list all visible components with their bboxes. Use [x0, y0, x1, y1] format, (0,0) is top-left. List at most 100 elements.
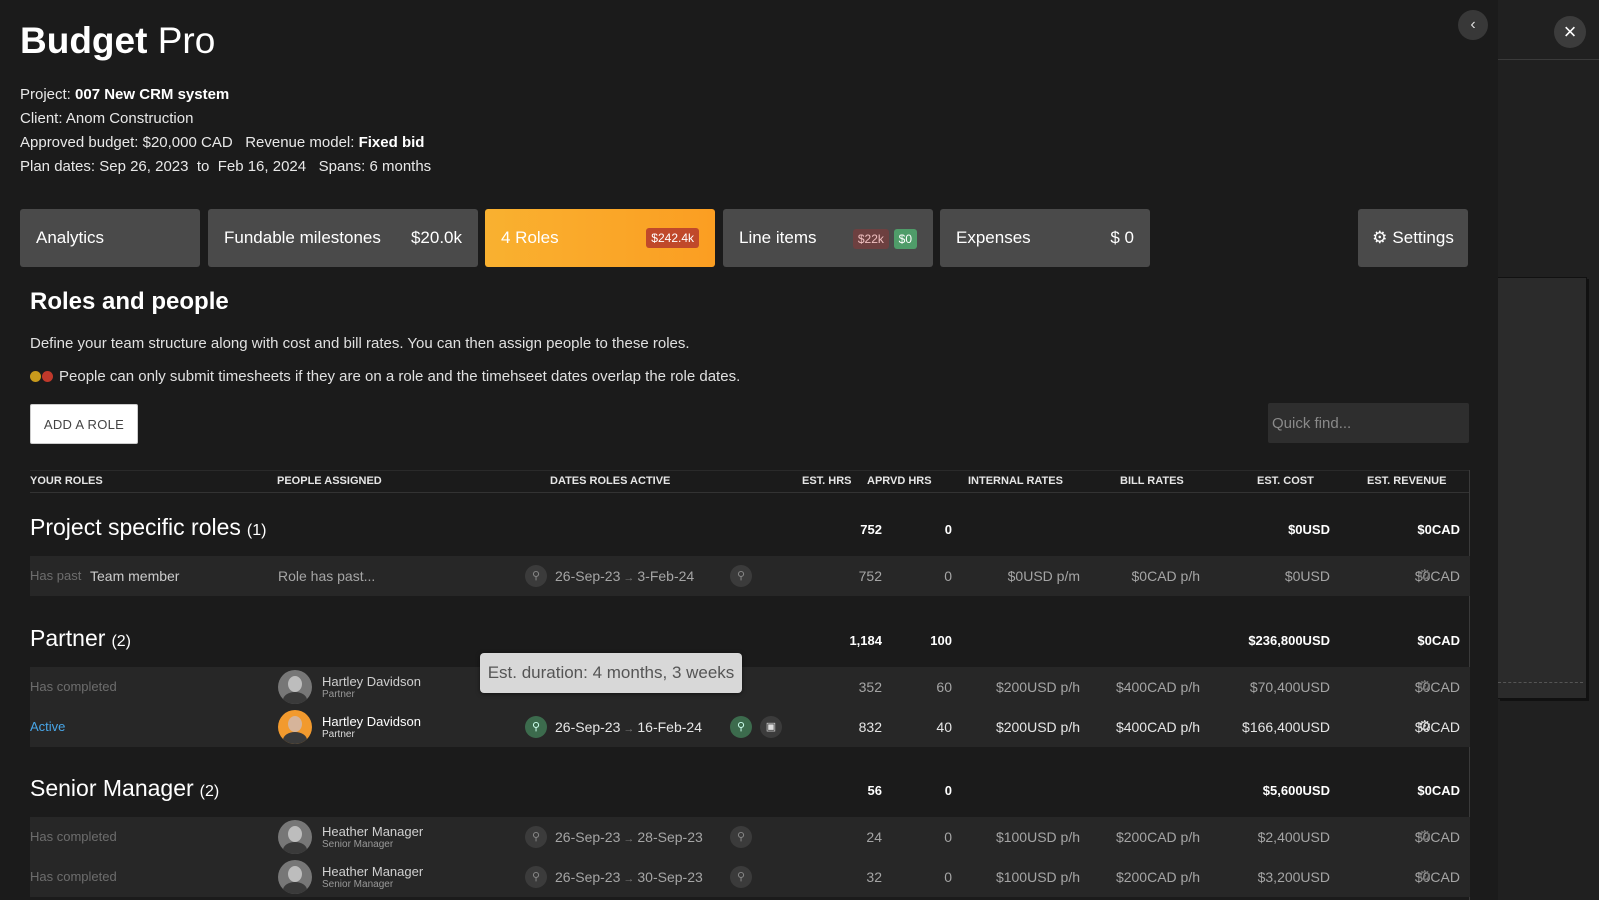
group-est-revenue: $0CAD: [1417, 783, 1460, 798]
row-est-revenue: $0CAD: [1414, 679, 1460, 695]
table-row[interactable]: Active Hartley Davidson Partner ⚲ 26-Sep-…: [30, 707, 1470, 747]
header-internal-rates: INTERNAL RATES: [968, 475, 1063, 487]
row-internal-rate: $100USD p/h: [995, 829, 1080, 845]
tab-label: Analytics: [36, 228, 105, 247]
person[interactable]: Heather Manager Senior Manager: [278, 860, 423, 894]
avatar: [278, 860, 312, 894]
plan-to: to: [196, 158, 210, 175]
app-title: Budget Pro: [20, 20, 215, 62]
person[interactable]: Hartley Davidson Partner: [278, 670, 421, 704]
row-est-revenue: $0CAD: [1414, 568, 1460, 584]
person-name: Hartley Davidson: [322, 673, 421, 689]
pin-icon[interactable]: ⚲: [525, 565, 547, 587]
pin-icon[interactable]: ⚲: [525, 866, 547, 888]
group-title: Project specific roles (1): [30, 514, 266, 541]
add-role-button[interactable]: ADD A ROLE: [30, 404, 138, 444]
group-name: Senior Manager: [30, 775, 194, 801]
row-internal-rate: $100USD p/h: [995, 869, 1080, 885]
pin-icon[interactable]: ⚲: [730, 826, 752, 848]
gear-icon[interactable]: ⚙: [1418, 817, 1431, 857]
quick-find-input[interactable]: [1268, 403, 1469, 443]
row-status: Has completed: [30, 679, 117, 694]
project-label: Project:: [20, 86, 71, 103]
row-est-cost: $166,400USD: [1242, 719, 1330, 735]
person-name: Heather Manager: [322, 823, 424, 839]
group-count: (1): [246, 522, 267, 539]
row-est-hrs: 752: [858, 568, 882, 584]
divider: [1498, 682, 1583, 683]
tab-fundable-milestones[interactable]: Fundable milestones $20.0k: [208, 209, 478, 267]
roles-table: YOUR ROLES PEOPLE ASSIGNED DATES ROLES A…: [30, 470, 1470, 900]
client-label: Client:: [20, 110, 63, 127]
pin-icon[interactable]: ⚲: [730, 565, 752, 587]
pin-icon[interactable]: ⚲: [730, 716, 752, 738]
header-est-hrs: EST. HRS: [802, 475, 852, 487]
header-dates: DATES ROLES ACTIVE: [550, 475, 671, 487]
tab-expenses[interactable]: Expenses $ 0: [940, 209, 1150, 267]
gear-icon[interactable]: ⚙: [1418, 707, 1431, 747]
arrow-icon: →: [623, 572, 635, 584]
avatar: [278, 710, 312, 744]
divider: [1498, 59, 1599, 60]
group-est-revenue: $0CAD: [1417, 633, 1460, 648]
tab-value-badge: $0: [893, 229, 917, 249]
gear-icon[interactable]: ⚙: [1418, 857, 1431, 897]
group-count: (2): [199, 783, 220, 800]
person-name: Hartley Davidson: [322, 713, 421, 729]
role-group: Project specific roles (1) 752 0 $0USD $0…: [30, 504, 1470, 554]
calendar-icon[interactable]: ▣: [760, 716, 782, 738]
group-est-hrs: 752: [860, 522, 882, 537]
table-row[interactable]: Has completed Heather Manager Senior Mana…: [30, 857, 1470, 897]
row-status: Has completed: [30, 829, 117, 844]
row-end-date: 16-Feb-24: [637, 719, 702, 735]
header-people: PEOPLE ASSIGNED: [277, 475, 382, 487]
person-role: Partner: [322, 688, 355, 700]
row-end-date: 30-Sep-23: [637, 869, 703, 885]
row-est-hrs: 352: [858, 679, 882, 695]
plan-label: Plan dates:: [20, 158, 96, 175]
row-internal-rate: $200USD p/h: [995, 679, 1080, 695]
pin-icon[interactable]: ⚲: [525, 826, 547, 848]
group-name: Partner: [30, 625, 106, 651]
person[interactable]: Heather Manager Senior Manager: [278, 820, 423, 854]
tab-label: Fundable milestones: [224, 228, 381, 247]
row-est-cost: $0USD: [1284, 568, 1330, 584]
emoji-icon: [30, 371, 41, 382]
tab-line-items[interactable]: Line items $22k $0: [723, 209, 933, 267]
group-aprvd-hrs: 0: [944, 783, 952, 798]
tab-label: Line items: [739, 228, 817, 247]
arrow-icon: →: [623, 833, 635, 845]
person-role: Partner: [322, 728, 355, 740]
arrow-icon: →: [623, 873, 635, 885]
row-end-date: 3-Feb-24: [637, 568, 695, 584]
tab-roles[interactable]: 4 Roles $242.4k: [485, 209, 715, 267]
section-title: Roles and people: [30, 288, 229, 315]
tab-value-badge: $242.4k: [646, 228, 699, 248]
group-name: Project specific roles: [30, 514, 241, 540]
table-row[interactable]: Has completed Hartley Davidson Partner 35…: [30, 667, 1470, 707]
pin-icon[interactable]: ⚲: [525, 716, 547, 738]
budget-label: Approved budget:: [20, 134, 139, 151]
back-icon[interactable]: ‹: [1458, 10, 1488, 40]
divider: [30, 470, 1470, 471]
person[interactable]: Hartley Davidson Partner: [278, 710, 421, 744]
project-name: 007 New CRM system: [75, 86, 230, 103]
row-status[interactable]: Active: [30, 707, 65, 747]
gear-icon[interactable]: ⚙: [1418, 667, 1431, 707]
header-aprvd-hrs: APRVD HRS: [867, 475, 932, 487]
budget-line: Approved budget: $20,000 CAD Revenue mod…: [20, 134, 424, 151]
table-row[interactable]: Has past Team member Role has past... ⚲ …: [30, 556, 1470, 596]
close-icon[interactable]: ×: [1554, 16, 1586, 48]
background-app: [1498, 0, 1599, 900]
tab-analytics[interactable]: Analytics: [20, 209, 200, 267]
settings-button[interactable]: ⚙ Settings: [1358, 209, 1468, 267]
group-est-revenue: $0CAD: [1417, 522, 1460, 537]
client-line: Client: Anom Construction: [20, 110, 193, 127]
header-roles: YOUR ROLES: [30, 475, 103, 487]
table-row[interactable]: Has completed Heather Manager Senior Mana…: [30, 817, 1470, 857]
settings-label: Settings: [1392, 228, 1454, 247]
group-est-hrs: 1,184: [849, 633, 882, 648]
gear-icon[interactable]: ⚙: [1418, 556, 1431, 596]
tab-value-badge: $22k: [852, 229, 889, 249]
pin-icon[interactable]: ⚲: [730, 866, 752, 888]
